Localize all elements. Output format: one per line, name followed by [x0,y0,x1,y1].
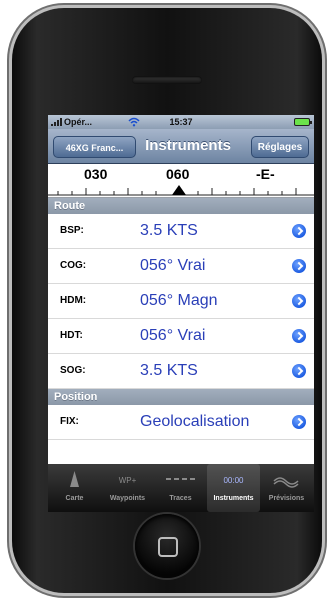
disclosure-icon[interactable] [292,415,306,429]
waypoints-icon-text: WP+ [119,476,137,485]
row-value: Geolocalisation [140,413,250,430]
map-pointer-icon [70,471,79,487]
battery-icon [294,118,312,126]
tab-label: Carte [65,495,84,502]
row-value: 056° Magn [140,292,218,309]
disclosure-icon[interactable] [292,259,306,273]
instrument-row-hdt[interactable]: HDT: 056° Vrai [48,319,314,354]
tab-carte[interactable]: Carte [48,464,101,512]
tab-label: Instruments [213,495,254,502]
tab-instruments[interactable]: 00:00 Instruments [207,464,260,512]
compass-tape: 030 060 -E- [48,164,314,198]
wifi-icon [128,117,140,127]
disclosure-icon[interactable] [292,364,306,378]
section-header-route: Route [48,198,314,214]
forecast-icon [273,477,299,488]
waypoints-icon: WP+ [119,476,137,485]
compass-ticks [48,185,314,196]
navigation-bar: 46XG Franc... Instruments Réglages [48,129,314,164]
settings-button[interactable]: Réglages [251,136,309,158]
status-time: 15:37 [169,117,193,127]
back-button[interactable]: 46XG Franc... [53,136,136,158]
tab-label: Prévisions [268,495,305,502]
instrument-row-cog[interactable]: COG: 056° Vrai [48,249,314,284]
home-button[interactable] [135,514,199,578]
instruments-icon: 00:00 [223,476,244,485]
disclosure-icon[interactable] [292,329,306,343]
tab-previsions[interactable]: Prévisions [260,464,313,512]
compass-label-east: -E- [256,166,275,182]
carrier-name: Opér... [64,117,93,127]
tab-bar: Carte WP+ Waypoints Traces 00:00 Instrum… [48,464,314,512]
row-label: SOG: [60,365,86,376]
home-square-icon [158,537,178,557]
status-bar: Opér... 15:37 [48,115,314,129]
earpiece-speaker [132,76,202,84]
row-value: 056° Vrai [140,327,206,344]
row-label: HDM: [60,295,87,306]
page-title: Instruments [145,137,231,154]
disclosure-icon[interactable] [292,224,306,238]
disclosure-icon[interactable] [292,294,306,308]
instrument-row-bsp[interactable]: BSP: 3.5 KTS [48,214,314,249]
signal-icon [51,118,62,126]
phone-frame: Opér... 15:37 46XG Franc... Instruments … [12,8,322,593]
tab-label: Traces [169,495,192,502]
row-label: BSP: [60,225,84,236]
screen: Opér... 15:37 46XG Franc... Instruments … [48,115,314,512]
compass-label-030: 030 [84,166,108,182]
row-value: 3.5 KTS [140,222,198,239]
section-header-position: Position [48,389,314,405]
instrument-row-fix[interactable]: FIX: Geolocalisation [48,405,314,440]
instruments-icon-text: 00:00 [223,476,244,485]
tab-traces[interactable]: Traces [154,464,207,512]
row-label: HDT: [60,330,83,341]
row-label: COG: [60,260,87,271]
traces-icon [166,478,195,480]
instrument-row-sog[interactable]: SOG: 3.5 KTS [48,354,314,389]
tab-label: Waypoints [109,495,146,502]
compass-label-060: 060 [166,166,190,182]
row-value: 056° Vrai [140,257,206,274]
row-label: FIX: [60,416,79,427]
row-value: 3.5 KTS [140,362,198,379]
instrument-row-hdm[interactable]: HDM: 056° Magn [48,284,314,319]
tab-waypoints[interactable]: WP+ Waypoints [101,464,154,512]
